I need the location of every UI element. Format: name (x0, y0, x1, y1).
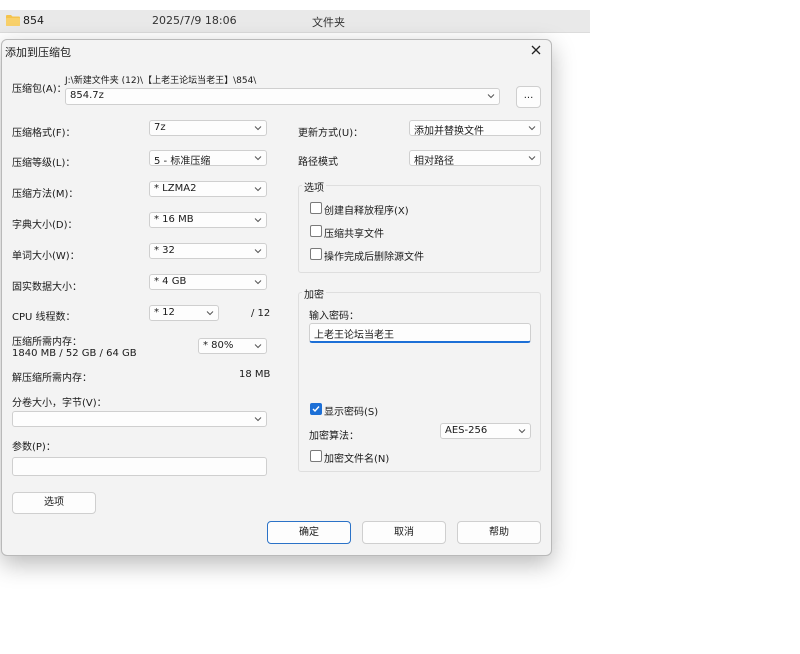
archive-name-combo[interactable]: 854.7z (65, 88, 500, 105)
delete-after-label: 操作完成后删除源文件 (324, 252, 424, 263)
options-button[interactable]: 选项 (12, 492, 96, 514)
dialog-title: 添加到压缩包 (5, 46, 71, 59)
sfx-label: 创建自释放程序(X) (324, 206, 409, 217)
chevron-down-icon (518, 429, 526, 434)
method-value: * LZMA2 (154, 183, 197, 194)
explorer-file-row[interactable]: 854 2025/7/9 18:06 文件夹 (0, 10, 590, 33)
dict-label: 字典大小(D)： (12, 220, 78, 231)
password-value: 上老王论坛当老王 (314, 330, 394, 341)
chevron-down-icon (528, 156, 536, 161)
level-label: 压缩等级(L)： (12, 158, 76, 169)
solid-label: 固实数据大小： (12, 282, 82, 293)
mem-label: 压缩所需内存： (12, 337, 82, 348)
word-select[interactable]: * 32 (149, 243, 267, 259)
shared-checkbox[interactable] (310, 225, 322, 237)
update-select[interactable]: 添加并替换文件 (409, 120, 541, 137)
threads-label: CPU 线程数： (12, 312, 76, 323)
mem-detail: 1840 MB / 52 GB / 64 GB (12, 348, 137, 359)
chevron-down-icon (254, 156, 262, 161)
file-date: 2025/7/9 18:06 (152, 14, 237, 27)
shared-label: 压缩共享文件 (324, 229, 384, 240)
chevron-down-icon (254, 126, 262, 131)
file-type: 文件夹 (312, 16, 345, 29)
level-value: 5 - 标准压缩 (154, 156, 211, 167)
path-mode-label: 路径模式 (298, 157, 338, 168)
ok-button[interactable]: 确定 (267, 521, 351, 544)
format-select[interactable]: 7z (149, 120, 267, 136)
delete-after-checkbox[interactable] (310, 248, 322, 260)
path-mode-select[interactable]: 相对路径 (409, 150, 541, 167)
chevron-down-icon (254, 280, 262, 285)
path-mode-value: 相对路径 (414, 156, 454, 167)
threads-select[interactable]: * 12 (149, 305, 219, 321)
params-label: 参数(P)： (12, 442, 56, 453)
mem-select[interactable]: * 80% (198, 338, 267, 354)
show-password-label: 显示密码(S) (324, 407, 379, 418)
archive-label: 压缩包(A)： (12, 84, 67, 95)
chevron-down-icon (528, 126, 536, 131)
volume-label: 分卷大小，字节(V)： (12, 398, 107, 409)
title-bar: 添加到压缩包 (2, 40, 551, 62)
update-value: 添加并替换文件 (414, 126, 484, 137)
dict-value: * 16 MB (154, 214, 194, 225)
encrypt-names-checkbox[interactable] (310, 450, 322, 462)
password-input[interactable]: 上老王论坛当老王 (309, 323, 531, 343)
chevron-down-icon (254, 187, 262, 192)
encrypt-names-label: 加密文件名(N) (324, 454, 390, 465)
enc-method-value: AES-256 (445, 425, 488, 436)
decomp-label: 解压缩所需内存： (12, 373, 92, 384)
close-icon (531, 45, 541, 55)
chevron-down-icon (254, 417, 262, 422)
password-label: 输入密码： (309, 311, 359, 322)
file-name: 854 (23, 14, 44, 27)
solid-select[interactable]: * 4 GB (149, 274, 267, 290)
add-to-archive-dialog: 添加到压缩包 压缩包(A)： J:\新建文件夹 (12)\【上老王论坛当老王】\… (1, 39, 552, 556)
volume-combo[interactable] (12, 411, 267, 427)
archive-name-value: 854.7z (70, 90, 104, 101)
decomp-value: 18 MB (239, 369, 271, 380)
chevron-down-icon (254, 218, 262, 223)
level-select[interactable]: 5 - 标准压缩 (149, 150, 267, 167)
word-label: 单词大小(W)： (12, 251, 80, 262)
chevron-down-icon (206, 311, 214, 316)
sfx-checkbox[interactable] (310, 202, 322, 214)
checkmark-icon (312, 406, 320, 413)
update-label: 更新方式(U)： (298, 128, 364, 139)
folder-icon (6, 15, 20, 26)
options-group-title: 选项 (302, 179, 326, 194)
cancel-button[interactable]: 取消 (362, 521, 446, 544)
encryption-group-title: 加密 (302, 286, 326, 301)
show-password-checkbox[interactable] (310, 403, 322, 415)
enc-method-label: 加密算法： (309, 431, 359, 442)
word-value: * 32 (154, 245, 175, 256)
archive-path: J:\新建文件夹 (12)\【上老王论坛当老王】\854\ (65, 76, 257, 86)
dict-select[interactable]: * 16 MB (149, 212, 267, 228)
help-button[interactable]: 帮助 (457, 521, 541, 544)
enc-method-select[interactable]: AES-256 (440, 423, 531, 439)
mem-value: * 80% (203, 340, 234, 351)
threads-total: / 12 (251, 308, 271, 319)
method-label: 压缩方法(M)： (12, 189, 79, 200)
close-button[interactable] (527, 41, 545, 59)
solid-value: * 4 GB (154, 276, 187, 287)
threads-value: * 12 (154, 307, 175, 318)
chevron-down-icon (254, 249, 262, 254)
browse-button[interactable]: ... (516, 86, 541, 108)
format-value: 7z (154, 122, 166, 133)
params-input[interactable] (12, 457, 267, 476)
chevron-down-icon (487, 94, 495, 99)
format-label: 压缩格式(F)： (12, 128, 76, 139)
chevron-down-icon (254, 344, 262, 349)
method-select[interactable]: * LZMA2 (149, 181, 267, 197)
